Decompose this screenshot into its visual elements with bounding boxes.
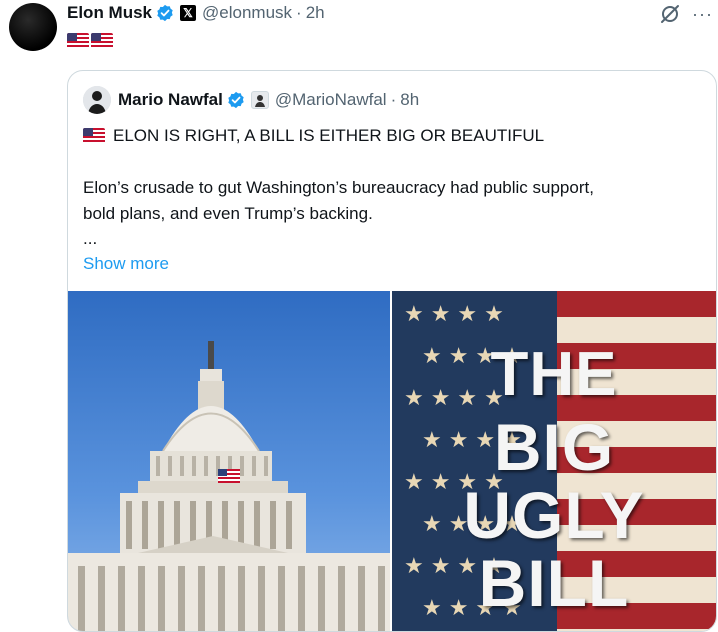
quoted-body-line: Elon’s crusade to gut Washington’s burea… <box>83 178 594 197</box>
headline-line-big: BIG <box>493 410 615 484</box>
post-time[interactable]: 2h <box>306 3 325 23</box>
quoted-time[interactable]: 8h <box>400 90 419 110</box>
separator: · <box>390 90 397 109</box>
grok-icon[interactable] <box>659 3 681 25</box>
media-big-ugly-bill-image[interactable]: ★ ★ ★ ★ ★ ★ ★ ★ ★ ★ ★ ★ ★ ★ ★ ★ ★ ★ ★ ★ … <box>392 291 716 631</box>
quoted-body: Elon’s crusade to gut Washington’s burea… <box>83 175 693 227</box>
affiliate-badge-icon <box>250 91 269 109</box>
verified-badge-icon <box>157 4 173 22</box>
show-more-link[interactable]: Show more <box>83 251 693 277</box>
author-handle[interactable]: @elonmusk <box>202 3 292 23</box>
quoted-header: Mario Nawfal @MarioNawfal · 8h <box>118 89 419 111</box>
post-text <box>67 33 113 49</box>
ellipsis: ... <box>83 229 98 248</box>
quoted-text: ELON IS RIGHT, A BILL IS EITHER BIG OR B… <box>83 123 693 277</box>
svg-text:★ ★ ★ ★: ★ ★ ★ ★ <box>404 302 504 327</box>
author-name[interactable]: Elon Musk <box>67 3 152 23</box>
quoted-headline: ELON IS RIGHT, A BILL IS EITHER BIG OR B… <box>113 126 545 145</box>
headline-line-bill: BILL <box>478 546 630 620</box>
headline-line-the: THE <box>490 340 618 409</box>
x-logo-icon: 𝕏 <box>180 5 197 21</box>
verified-badge-icon <box>228 91 244 109</box>
more-icon[interactable]: ··· <box>692 4 713 25</box>
quoted-avatar[interactable] <box>83 86 111 114</box>
capitol-illustration <box>68 341 390 631</box>
post-header: Elon Musk 𝕏 @elonmusk · 2h <box>67 2 325 24</box>
media-capitol-image[interactable] <box>68 291 390 631</box>
avatar[interactable] <box>9 3 57 51</box>
separator: · <box>296 3 302 22</box>
headline-line-ugly: UGLY <box>463 478 645 552</box>
quoted-post[interactable]: Mario Nawfal @MarioNawfal · 8h ELON IS R… <box>67 70 717 632</box>
us-flag-icon <box>91 33 113 49</box>
quoted-author-name[interactable]: Mario Nawfal <box>118 90 223 110</box>
us-flag-icon <box>67 33 89 49</box>
us-flag-icon <box>83 128 105 144</box>
quoted-headline-row: ELON IS RIGHT, A BILL IS EITHER BIG OR B… <box>83 123 693 149</box>
quoted-handle[interactable]: @MarioNawfal <box>275 90 387 110</box>
quoted-body-line: bold plans, and even Trump’s backing. <box>83 204 373 223</box>
